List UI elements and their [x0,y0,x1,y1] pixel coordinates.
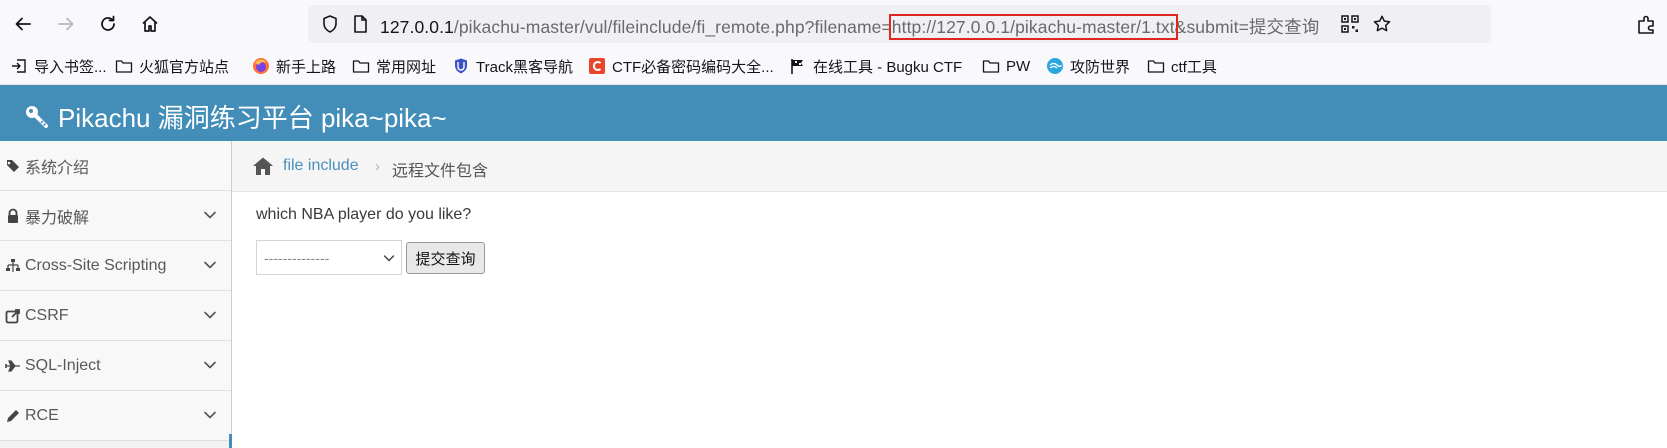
chevron-down-icon [383,255,395,262]
c-logo-icon [588,57,606,75]
wrench-key-icon [26,105,48,128]
url-highlighted-param: http://127.0.0.1/pikachu-master/1.txt [888,14,1178,40]
back-arrow-icon [15,17,31,31]
address-bar[interactable]: 127.0.0.1/pikachu-master/vul/fileinclude… [308,5,1491,43]
url-host: 127.0.0.1 [380,17,454,37]
sidebar: 系统介绍 暴力破解 Cross-Site Scripting CSRF SQL-… [0,141,232,448]
home-button[interactable] [135,9,165,39]
app-header: Pikachu 漏洞练习平台 pika~pika~ [0,85,1667,141]
bookmark-bugku[interactable]: 在线工具 - Bugku CTF [789,55,962,77]
share-icon [4,307,22,325]
sidebar-item-label: SQL-Inject [25,356,101,374]
bookmark-label: PW [1006,57,1031,75]
shield-icon[interactable] [320,14,340,34]
page-info-icon[interactable] [350,14,370,34]
bookmark-label: 攻防世界 [1070,58,1131,76]
bookmark-ctf-tools[interactable]: ctf工具 [1147,55,1217,77]
bookmark-ctf-encoding[interactable]: CTF必备密码编码大全... [588,55,774,77]
url-rest: &submit=提交查询 [1174,17,1320,37]
bookmark-label: 新手上路 [276,58,337,76]
sidebar-item-intro[interactable]: 系统介绍 [0,141,231,191]
breadcrumb-file-include-link[interactable]: file include [283,157,359,175]
chevron-down-icon [204,311,216,319]
sidebar-item-sqli[interactable]: SQL-Inject [0,341,231,391]
url-text[interactable]: 127.0.0.1/pikachu-master/vul/fileinclude… [380,14,1320,40]
flag-icon [789,57,807,75]
bookmark-common-sites[interactable]: 常用网址 [352,55,436,77]
bookmark-pw[interactable]: PW [982,55,1030,77]
sidebar-item-label: RCE [25,406,59,424]
bookmark-label: ctf工具 [1171,58,1217,76]
forward-button[interactable] [51,9,81,39]
back-button[interactable] [8,9,38,39]
chevron-down-icon [204,261,216,269]
folder-icon [982,57,1000,75]
bookmark-label: CTF必备密码编码大全... [612,58,774,76]
url-path: /pikachu-master/vul/fileinclude/fi_remot… [453,17,892,37]
sidebar-divider [229,434,232,448]
breadcrumb-current: 远程文件包含 [392,163,489,180]
sidebar-item-label: Cross-Site Scripting [25,256,167,274]
bookmark-label: Track黑客导航 [476,58,573,76]
folder-icon [1147,57,1165,75]
bookmark-import[interactable]: 导入书签... [10,55,107,77]
forward-arrow-icon [58,17,74,31]
extension-icon[interactable] [1636,14,1658,36]
chevron-down-icon [204,411,216,419]
bookmark-label: 在线工具 - Bugku CTF [813,58,963,76]
firefox-icon [252,57,270,75]
breadcrumb: file include › 远程文件包含 [232,141,1667,192]
bookmark-star-icon[interactable] [1372,14,1392,34]
bookmark-label: 导入书签... [34,58,107,76]
import-icon [10,57,28,75]
app-title: Pikachu 漏洞练习平台 pika~pika~ [58,103,447,133]
bookmark-label: 火狐官方站点 [139,58,230,76]
chevron-down-icon [204,361,216,369]
plane-icon [4,357,22,375]
home-icon[interactable] [252,156,274,176]
sidebar-item-label: CSRF [25,306,69,324]
chevron-down-icon [204,211,216,219]
sidebar-item-label: 系统介绍 [25,159,90,177]
folder-icon [115,57,133,75]
sidebar-item-csrf[interactable]: CSRF [0,291,231,341]
bookmarks-bar: 导入书签... 火狐官方站点 新手上路 常用网址 Track黑客导航 CTF必备… [0,48,1667,85]
shield-icon [452,57,470,75]
player-select[interactable]: -------------- [256,240,402,275]
question-label: which NBA player do you like? [256,206,472,223]
tags-icon [4,157,22,175]
submit-button[interactable]: 提交查询 [406,242,485,274]
pencil-icon [4,407,22,425]
bookmark-adworld[interactable]: 攻防世界 [1046,55,1130,77]
player-select-value: -------------- [264,250,330,266]
reload-button[interactable] [93,9,123,39]
globe-icon [1046,57,1064,75]
sidebar-item-rce[interactable]: RCE [0,391,231,441]
bookmark-firefox-official[interactable]: 火狐官方站点 [115,55,229,77]
reload-icon [101,15,115,31]
sidebar-item-label: 暴力破解 [25,209,90,227]
sitemap-icon [4,257,22,275]
bookmark-label: 常用网址 [376,58,437,76]
browser-toolbar: 127.0.0.1/pikachu-master/vul/fileinclude… [0,0,1667,48]
breadcrumb-separator: › [375,158,380,175]
sidebar-item-xss[interactable]: Cross-Site Scripting [0,241,231,291]
bookmark-track-hacker[interactable]: Track黑客导航 [452,55,573,77]
app-title-link[interactable]: Pikachu 漏洞练习平台 pika~pika~ [24,98,447,135]
folder-icon [352,57,370,75]
sidebar-item-bruteforce[interactable]: 暴力破解 [0,191,231,241]
qr-code-icon[interactable] [1340,14,1360,34]
lock-icon [4,207,22,225]
bookmark-getting-started[interactable]: 新手上路 [252,55,336,77]
home-icon [142,16,158,32]
